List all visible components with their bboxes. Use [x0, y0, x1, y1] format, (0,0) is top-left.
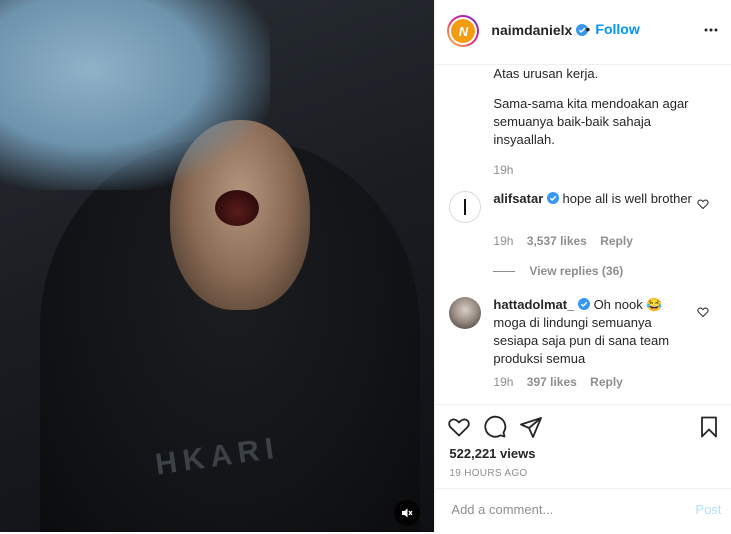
- reply-button[interactable]: Reply: [590, 375, 623, 389]
- like-heart-icon[interactable]: [447, 415, 471, 439]
- verified-badge-icon: [577, 298, 590, 310]
- comment-likes[interactable]: 3,537 likes: [527, 234, 587, 248]
- share-paper-plane-icon[interactable]: [519, 415, 543, 439]
- header-separator-dot: •: [585, 21, 591, 37]
- post-comment-button[interactable]: Post: [695, 502, 721, 517]
- post-video[interactable]: HKARI: [0, 0, 435, 532]
- commenter-username[interactable]: hattadolmat_: [493, 297, 574, 312]
- author-username[interactable]: naimdanielx: [491, 22, 589, 38]
- speaker-muted-icon: [402, 508, 413, 518]
- post-date[interactable]: 19 HOURS AGO: [449, 468, 527, 479]
- post-actions: 522,221 views 19 HOURS AGO Post: [435, 404, 731, 533]
- video-glove-shape: [0, 0, 270, 190]
- video-mouth-shape: [215, 190, 259, 226]
- post-side-panel: N naimdanielx • Follow Atas urusan kerja…: [434, 0, 731, 532]
- author-avatar-letter: N: [451, 19, 476, 43]
- view-replies-button[interactable]: View replies (36): [493, 264, 623, 278]
- follow-button[interactable]: Follow: [595, 21, 639, 37]
- commenter-username[interactable]: alifsatar: [493, 191, 543, 206]
- comment-text: hope all is well brother: [562, 191, 692, 206]
- mute-button[interactable]: [394, 500, 420, 526]
- like-comment-heart-icon[interactable]: [697, 306, 709, 318]
- like-comment-heart-icon[interactable]: [697, 198, 709, 210]
- comment-likes[interactable]: 397 likes: [527, 375, 577, 389]
- comment-input[interactable]: [449, 501, 674, 518]
- add-comment-bar: Post: [435, 488, 731, 534]
- caption-line-1: Atas urusan kerja.: [493, 66, 599, 81]
- comment-time[interactable]: 19h: [493, 375, 513, 389]
- author-username-text: naimdanielx: [491, 22, 573, 38]
- post-header: N naimdanielx • Follow: [435, 0, 731, 65]
- caption-line-2: Sama-sama kita mendoakan agar semuanya b…: [493, 96, 689, 147]
- comment-time[interactable]: 19h: [493, 234, 513, 248]
- verified-badge-icon: [546, 192, 559, 204]
- author-avatar[interactable]: N: [447, 15, 480, 47]
- commenter-avatar[interactable]: [449, 191, 482, 223]
- comments-list[interactable]: Atas urusan kerja. Sama-sama kita mendoa…: [435, 65, 731, 403]
- reply-button[interactable]: Reply: [600, 234, 633, 248]
- more-options-icon[interactable]: [703, 22, 719, 38]
- commenter-avatar[interactable]: [449, 297, 482, 329]
- save-bookmark-icon[interactable]: [697, 415, 721, 439]
- caption-time[interactable]: 19h: [493, 163, 513, 177]
- comment-bubble-icon[interactable]: [483, 415, 507, 439]
- instagram-post: HKARI N naimdanielx • Follow Atas urusan…: [0, 0, 731, 532]
- caption: Atas urusan kerja. Sama-sama kita mendoa…: [493, 65, 713, 179]
- view-count[interactable]: 522,221 views: [449, 446, 535, 461]
